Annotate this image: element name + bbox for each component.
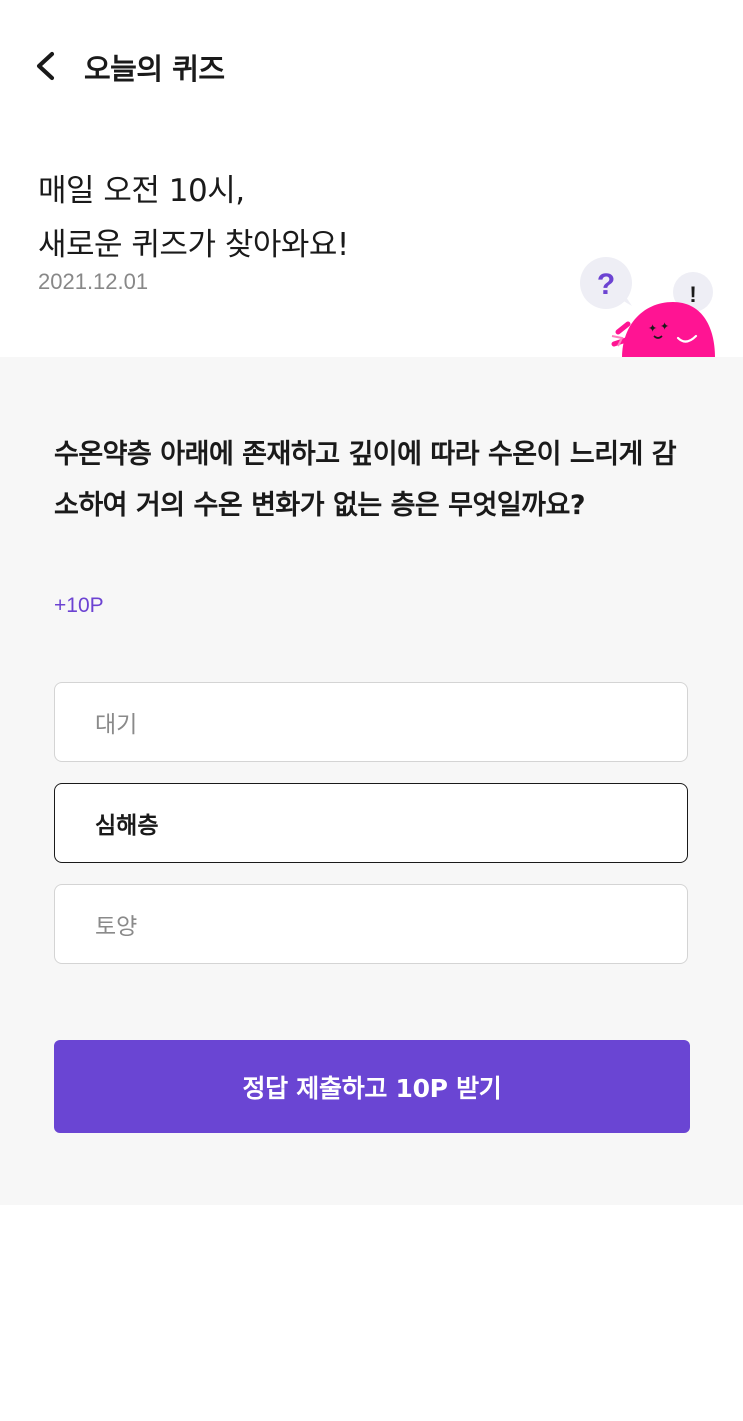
mascot-illustration: ? ! ✦ ✦ bbox=[580, 257, 715, 358]
quiz-card: 수온약층 아래에 존재하고 깊이에 따라 수온이 느리게 감소하여 거의 수온 … bbox=[0, 357, 743, 1205]
question-mark: ? bbox=[597, 268, 615, 301]
question-bubble-icon: ? bbox=[580, 257, 632, 309]
intro-line-1: 매일 오전 10시, bbox=[38, 173, 245, 209]
reward-points: +10P bbox=[54, 594, 104, 617]
app-header: 오늘의 퀴즈 bbox=[0, 0, 743, 130]
answer-option-label: 대기 bbox=[95, 712, 138, 738]
submit-answer-button[interactable]: 정답 제출하고 10P 받기 bbox=[54, 1040, 690, 1133]
svg-text:✦: ✦ bbox=[660, 320, 669, 333]
answer-option-1[interactable]: 대기 bbox=[54, 682, 688, 762]
submit-button-label: 정답 제출하고 10P 받기 bbox=[242, 1073, 502, 1103]
page-title: 오늘의 퀴즈 bbox=[84, 52, 225, 86]
intro-text: 매일 오전 10시, 새로운 퀴즈가 찾아와요! bbox=[38, 164, 558, 272]
answer-option-3[interactable]: 토양 bbox=[54, 884, 688, 964]
exclamation-mark: ! bbox=[689, 282, 696, 307]
answer-option-label: 토양 bbox=[95, 914, 138, 940]
quiz-date: 2021.12.01 bbox=[38, 269, 149, 294]
svg-text:✦: ✦ bbox=[648, 322, 657, 335]
answer-option-2[interactable]: 심해층 bbox=[54, 783, 688, 863]
chevron-left-icon bbox=[36, 51, 55, 81]
quiz-question: 수온약층 아래에 존재하고 깊이에 따라 수온이 느리게 감소하여 거의 수온 … bbox=[54, 439, 677, 521]
back-button[interactable] bbox=[28, 44, 68, 88]
answer-option-label: 심해층 bbox=[95, 813, 159, 839]
intro-line-2: 새로운 퀴즈가 찾아와요! bbox=[38, 227, 349, 263]
